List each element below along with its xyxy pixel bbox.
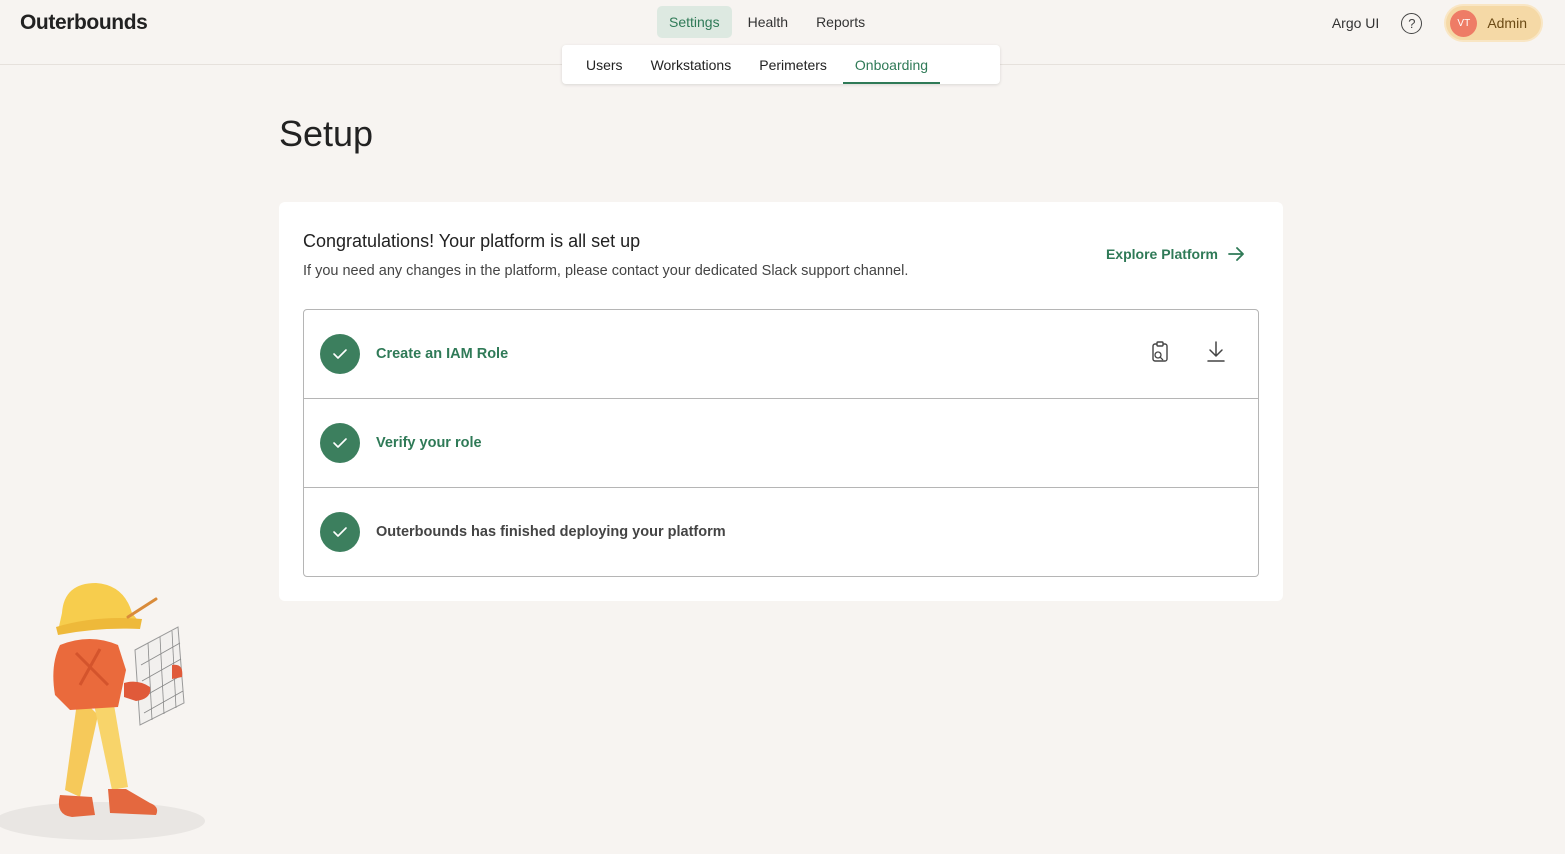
- settings-subnav: Users Workstations Perimeters Onboarding: [562, 45, 1000, 84]
- step-deploy-complete: Outerbounds has finished deploying your …: [304, 488, 1258, 576]
- step-label[interactable]: Verify your role: [376, 435, 482, 451]
- check-icon: [320, 512, 360, 552]
- tab-perimeters[interactable]: Perimeters: [747, 45, 839, 84]
- construction-worker-illustration: [0, 583, 205, 840]
- tab-users[interactable]: Users: [574, 45, 635, 84]
- user-role: Admin: [1487, 15, 1527, 31]
- nav-settings[interactable]: Settings: [657, 6, 732, 38]
- download-icon[interactable]: [1204, 339, 1228, 365]
- main-nav: Settings Health Reports: [657, 6, 881, 38]
- page-title: Setup: [279, 113, 374, 154]
- check-icon: [320, 334, 360, 374]
- step-label: Outerbounds has finished deploying your …: [376, 524, 726, 540]
- tab-onboarding[interactable]: Onboarding: [842, 45, 941, 84]
- step-verify-role: Verify your role: [304, 399, 1258, 488]
- argo-ui-link[interactable]: Argo UI: [1332, 15, 1379, 31]
- tab-workstations[interactable]: Workstations: [639, 45, 744, 84]
- question-circle-icon[interactable]: ?: [1401, 12, 1423, 34]
- user-menu[interactable]: VT Admin: [1446, 6, 1541, 40]
- setup-card: Congratulations! Your platform is all se…: [279, 202, 1283, 601]
- nav-health[interactable]: Health: [736, 6, 800, 38]
- avatar: VT: [1450, 9, 1478, 37]
- explore-platform-label: Explore Platform: [1105, 246, 1218, 262]
- nav-reports[interactable]: Reports: [804, 6, 877, 38]
- brand-logo[interactable]: Outerbounds: [20, 11, 148, 35]
- check-icon: [320, 423, 360, 463]
- setup-steps: Create an IAM Role Verify your role Oute…: [303, 309, 1259, 577]
- card-title: Congratulations! Your platform is all se…: [303, 231, 641, 251]
- explore-platform-link[interactable]: Explore Platform: [1106, 246, 1245, 262]
- card-subtitle: If you need any changes in the platform,…: [303, 263, 909, 279]
- header-actions: Argo UI ? VT Admin: [1332, 6, 1541, 40]
- arrow-right-icon: [1228, 247, 1245, 261]
- step-actions: [1116, 339, 1228, 365]
- step-label[interactable]: Create an IAM Role: [376, 346, 508, 362]
- copy-icon[interactable]: [1148, 339, 1172, 365]
- step-create-iam-role: Create an IAM Role: [304, 310, 1258, 399]
